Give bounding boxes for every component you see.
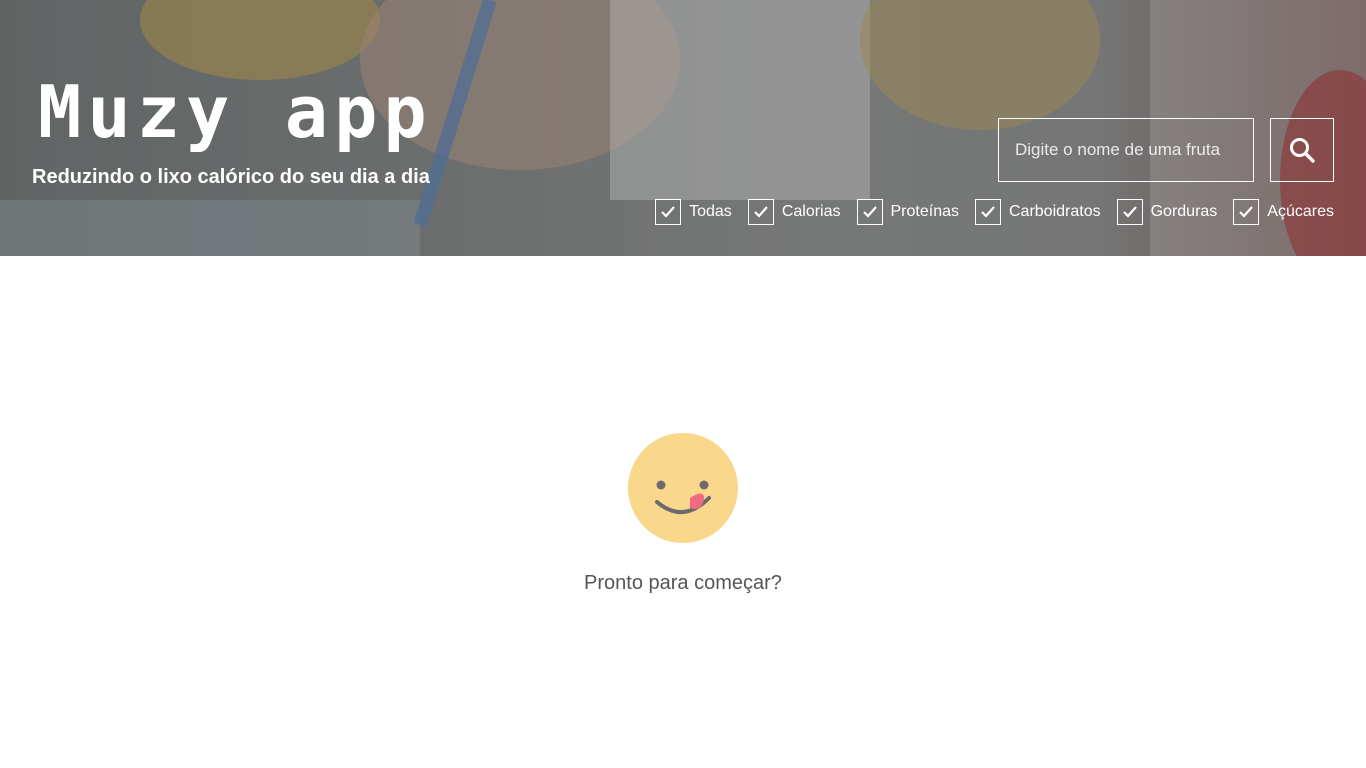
filter-label: Gorduras xyxy=(1150,203,1218,220)
empty-state: Pronto para começar? xyxy=(0,432,1366,595)
filter-checkbox[interactable] xyxy=(974,199,1001,225)
search-icon xyxy=(1290,138,1315,163)
filter-proteinas[interactable]: Proteínas xyxy=(856,199,959,225)
filter-label: Calorias xyxy=(781,203,841,220)
app-tagline: Reduzindo o lixo calórico do seu dia a d… xyxy=(32,166,430,188)
filter-checkbox[interactable] xyxy=(747,199,774,225)
filter-todas[interactable]: Todas xyxy=(655,199,732,225)
filter-carboidratos[interactable]: Carboidratos xyxy=(974,199,1101,225)
filter-label: Açúcares xyxy=(1267,203,1334,220)
check-icon xyxy=(862,206,877,218)
fruit-search-input[interactable] xyxy=(998,118,1254,182)
empty-state-message: Pronto para começar? xyxy=(584,572,782,594)
smiley-tongue-icon xyxy=(628,433,738,543)
filter-checkbox[interactable] xyxy=(856,199,883,225)
search-button[interactable] xyxy=(1270,118,1334,182)
check-icon xyxy=(1239,206,1254,218)
check-icon xyxy=(661,206,675,218)
filter-label: Todas xyxy=(689,203,732,220)
filter-checkbox[interactable] xyxy=(1116,199,1143,225)
filter-acucares[interactable]: Açúcares xyxy=(1233,199,1334,225)
app-logo: Muzy app xyxy=(38,70,433,154)
filter-label: Carboidratos xyxy=(1008,203,1101,220)
filter-checkbox[interactable] xyxy=(1233,199,1260,225)
filter-gorduras[interactable]: Gorduras xyxy=(1116,199,1218,225)
filter-calorias[interactable]: Calorias xyxy=(747,199,841,225)
nutrient-filters: Todas Calorias Proteínas Carboidratos Go… xyxy=(655,198,1334,226)
check-icon xyxy=(1122,206,1137,218)
filter-label: Proteínas xyxy=(890,203,959,220)
filter-checkbox[interactable] xyxy=(655,199,682,225)
hero-header: Muzy app Reduzindo o lixo calórico do se… xyxy=(0,0,1366,256)
check-icon xyxy=(754,206,768,218)
check-icon xyxy=(981,206,995,218)
